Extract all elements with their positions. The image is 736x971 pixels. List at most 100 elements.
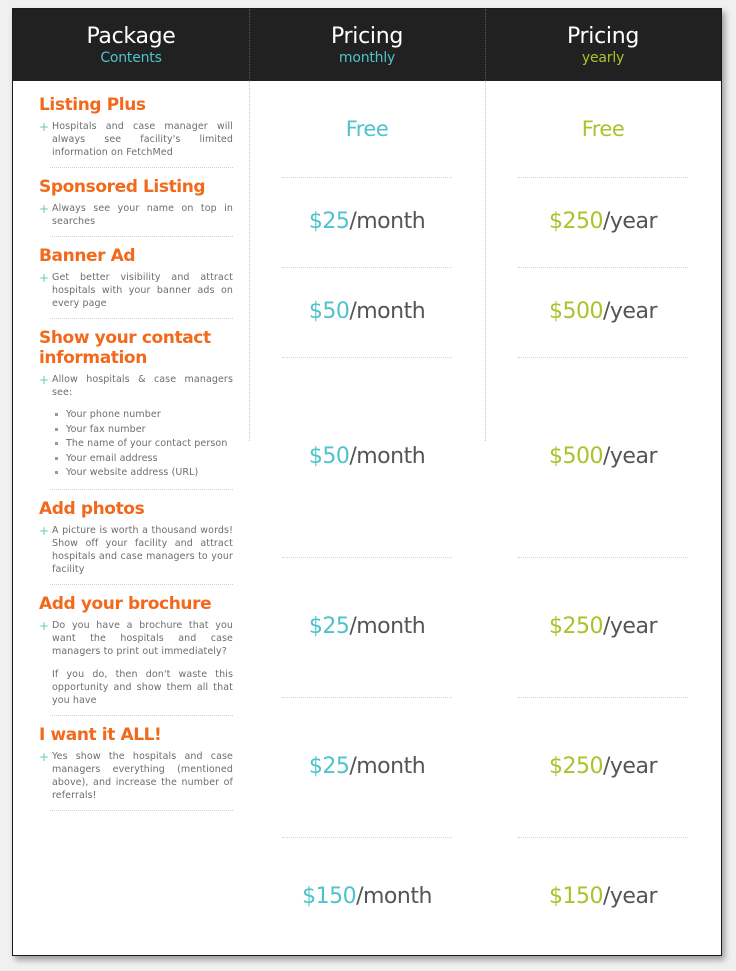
price-unit: /year <box>603 883 658 909</box>
feature-title: Banner Ad <box>39 246 136 266</box>
feature-sublist-item: Your email address <box>55 452 233 467</box>
price-unit: /year <box>603 614 658 639</box>
price-free-label: Free <box>345 116 389 141</box>
price-free-label: Free <box>581 116 625 141</box>
yearly-price-cell: $250/year <box>485 557 721 697</box>
feature-separator <box>50 318 233 319</box>
price-value: $250/year <box>549 754 658 780</box>
price-unit: /year <box>603 754 658 779</box>
header-cell-package: Package Contents <box>13 9 249 81</box>
price-unit: /month <box>349 209 426 234</box>
feature-body-row: + Always see your name on top in searches <box>39 202 233 228</box>
price-amount: $250 <box>549 754 604 779</box>
feature-sublist-item: Your fax number <box>55 423 233 438</box>
price-value: $25/month <box>308 754 426 780</box>
price-amount: $250 <box>549 209 604 234</box>
feature-body-row: + A picture is worth a thousand words! Sh… <box>39 524 233 576</box>
header-divider-2 <box>485 9 486 81</box>
yearly-price-cell: $500/year <box>485 357 721 557</box>
feature-item: Sponsored Listing + Always see your name o… <box>39 177 233 237</box>
plus-icon: + <box>39 749 50 764</box>
feature-separator <box>50 583 233 585</box>
monthly-price-cell: $150/month <box>249 837 485 955</box>
feature-item: Add your brochure + Do you have a brochure… <box>39 594 233 716</box>
yearly-price-cell: Free <box>485 81 721 177</box>
header-monthly-title: Pricing <box>330 23 404 49</box>
feature-sublist-item: Your phone number <box>55 408 233 423</box>
monthly-price-cell: $50/month <box>249 267 485 357</box>
monthly-price-cell: $25/month <box>249 557 485 697</box>
feature-separator <box>50 714 233 716</box>
header-package-subtitle: Contents <box>100 49 162 66</box>
price-unit: /month <box>349 299 426 324</box>
feature-description: Get better visibility and attract hospit… <box>52 272 233 309</box>
header-cell-monthly: Pricing monthly <box>249 9 485 81</box>
monthly-price-cell: $25/month <box>249 697 485 837</box>
feature-item: I want it ALL! + Yes show the hospitals an… <box>39 725 233 811</box>
price-value: $250/year <box>549 614 658 640</box>
feature-body-row: + Hospitals and case manager will always … <box>39 120 233 159</box>
feature-description: Hospitals and case manager will always s… <box>52 121 233 158</box>
price-amount: $25 <box>308 614 350 639</box>
feature-column: Listing Plus + Hospitals and case manager … <box>13 81 249 820</box>
price-amount: $500 <box>549 444 604 469</box>
price-value: $500/year <box>549 299 658 325</box>
price-amount: $25 <box>308 209 350 234</box>
header-yearly-subtitle: yearly <box>581 49 625 66</box>
price-unit: /month <box>349 614 426 639</box>
header-monthly-subtitle: monthly <box>338 49 396 66</box>
feature-item: Add photos + A picture is worth a thousand… <box>39 499 233 585</box>
feature-description-secondary: If you do, then don't waste this opportu… <box>52 668 233 706</box>
table-body: Listing Plus + Hospitals and case manager … <box>13 81 721 955</box>
feature-item: Show your contact information + Allow hosp… <box>39 328 233 490</box>
price-value: Free <box>346 116 389 143</box>
feature-body-row: + Yes show the hospitals and case manager… <box>39 750 233 802</box>
feature-separator <box>50 167 233 168</box>
feature-description: Yes show the hospitals and case managers… <box>52 750 233 801</box>
yearly-price-cell: $150/year <box>485 837 721 955</box>
price-value: $150/month <box>302 884 432 910</box>
feature-description: Do you have a brochure that you want the… <box>52 619 233 657</box>
price-amount: $500 <box>549 299 604 324</box>
feature-sublist: Your phone number Your fax number The name… <box>55 408 233 481</box>
feature-title: Add your brochure <box>39 593 212 614</box>
plus-icon: + <box>39 120 50 134</box>
feature-description: Always see your name on top in searches <box>52 203 233 227</box>
price-amount: $25 <box>308 754 350 779</box>
price-value: $150/year <box>549 883 658 910</box>
price-unit: /year <box>603 299 658 324</box>
header-package-title: Package <box>86 23 176 49</box>
price-unit: /month <box>349 754 426 779</box>
plus-icon: + <box>39 373 50 387</box>
feature-separator <box>50 488 233 490</box>
plus-icon: + <box>39 618 50 633</box>
plus-icon: + <box>39 271 50 285</box>
table-header: Package Contents Pricing monthly Pricing… <box>13 9 721 81</box>
feature-separator <box>50 236 233 237</box>
feature-sublist-item: Your website address (URL) <box>55 466 233 481</box>
feature-sublist-item: The name of your contact person <box>55 437 233 452</box>
feature-title: Show your contact information <box>39 328 211 368</box>
feature-title: I want it ALL! <box>39 724 162 745</box>
yearly-price-cell: $250/year <box>485 177 721 267</box>
price-amount: $150 <box>549 883 604 909</box>
monthly-price-cell: $25/month <box>249 177 485 267</box>
header-divider-1 <box>249 9 250 81</box>
feature-body-row: + Do you have a brochure that you want th… <box>39 619 233 658</box>
feature-title: Sponsored Listing <box>39 177 206 197</box>
feature-item: Listing Plus + Hospitals and case manager … <box>39 95 233 168</box>
price-value: Free <box>582 116 625 143</box>
feature-title: Listing Plus <box>39 95 146 115</box>
feature-description: Allow hospitals & case managers see: <box>52 374 233 398</box>
yearly-price-cell: $500/year <box>485 267 721 357</box>
header-cell-yearly: Pricing yearly <box>485 9 721 81</box>
price-value: $500/year <box>549 444 658 470</box>
plus-icon: + <box>39 523 50 538</box>
price-amount: $50 <box>308 444 350 469</box>
monthly-price-cell: Free <box>249 81 485 177</box>
price-amount: $50 <box>308 299 350 324</box>
price-unit: /month <box>349 444 426 469</box>
price-value: $50/month <box>308 444 426 470</box>
feature-title: Add photos <box>39 498 145 519</box>
feature-separator <box>50 809 233 811</box>
